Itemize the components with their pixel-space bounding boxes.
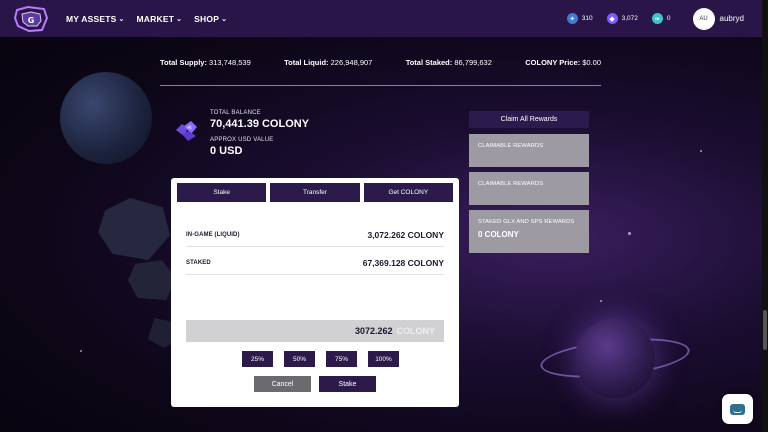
- percent-75-button[interactable]: 75%: [326, 351, 357, 367]
- background-star: [700, 150, 702, 152]
- balance-panel: TOTAL BALANCE 70,441.39 COLONY APPROX US…: [172, 110, 309, 164]
- percent-50-button[interactable]: 50%: [284, 351, 315, 367]
- nav-my-assets[interactable]: MY ASSETS ⌄: [66, 14, 125, 24]
- svg-text:G: G: [28, 16, 35, 25]
- feather-icon: ❧: [651, 13, 663, 24]
- percent-100-button[interactable]: 100%: [368, 351, 399, 367]
- colony-crystal-icon: [176, 121, 197, 141]
- background-star: [600, 300, 602, 302]
- chevron-down-icon: ⌄: [221, 15, 228, 23]
- chevron-down-icon: ⌄: [176, 15, 183, 23]
- percent-buttons: 25% 50% 75% 100%: [242, 351, 399, 367]
- chat-icon: [730, 403, 745, 415]
- stake-button[interactable]: Stake: [319, 376, 376, 392]
- crystal-icon: ◆: [606, 13, 618, 24]
- modal-tabs: Stake Transfer Get COLONY: [177, 183, 453, 202]
- background-planet: [575, 318, 655, 398]
- background-star: [80, 350, 82, 352]
- percent-25-button[interactable]: 25%: [242, 351, 273, 367]
- chevron-down-icon: ⌄: [118, 15, 125, 23]
- background-star: [628, 232, 631, 235]
- avatar[interactable]: AU: [692, 7, 715, 30]
- nav-shop[interactable]: SHOP ⌄: [194, 14, 227, 24]
- usd-value: 0 USD: [210, 145, 243, 157]
- token-totals-bar: Total Supply: 313,748,539 Total Liquid: …: [160, 58, 601, 86]
- nav-market[interactable]: MARKET ⌄: [137, 14, 183, 24]
- chat-widget-button[interactable]: [722, 394, 753, 424]
- resource-stat[interactable]: ❧ 0: [651, 13, 671, 24]
- total-staked: Total Staked: 86,799,632: [405, 58, 492, 67]
- resource-stat[interactable]: ◆ 3,072: [606, 13, 638, 24]
- top-navigation-bar: G MY ASSETS ⌄ MARKET ⌄ SHOP ⌄ ✦ 310 ◆ 3,…: [0, 0, 768, 37]
- claimable-rewards-card[interactable]: CLAIMABLE REWARDS: [469, 134, 589, 167]
- tab-get-colony[interactable]: Get COLONY: [363, 183, 453, 202]
- modal-actions: Cancel Stake: [254, 376, 376, 392]
- amount-input[interactable]: 3072.262 COLONY: [186, 320, 444, 342]
- resource-stat[interactable]: ✦ 310: [566, 13, 593, 24]
- stake-modal: Stake Transfer Get COLONY IN-GAME (LIQUI…: [171, 178, 459, 407]
- username[interactable]: aubryd: [720, 14, 744, 23]
- staked-balance-row: STAKED 67,369.128 COLONY: [186, 258, 444, 275]
- total-liquid: Total Liquid: 226,948,907: [284, 58, 373, 67]
- claim-all-rewards-button[interactable]: Claim All Rewards: [469, 111, 589, 128]
- plus-star-icon: ✦: [566, 13, 578, 24]
- tab-stake[interactable]: Stake: [177, 183, 267, 202]
- staked-rewards-card[interactable]: STAKED GLX AND SPS REWARDS 0 COLONY: [469, 210, 589, 253]
- total-supply: Total Supply: 313,748,539: [160, 58, 251, 67]
- claimable-rewards-card[interactable]: CLAIMABLE REWARDS: [469, 172, 589, 205]
- scrollbar-thumb[interactable]: [763, 310, 767, 350]
- colony-price: COLONY Price: $0.00: [525, 58, 601, 67]
- background-planet: [60, 72, 152, 164]
- background-asteroid: [128, 260, 176, 300]
- total-balance-label: TOTAL BALANCE: [210, 110, 261, 116]
- cancel-button[interactable]: Cancel: [254, 376, 311, 392]
- tab-transfer[interactable]: Transfer: [270, 183, 360, 202]
- page-scrollbar[interactable]: [762, 0, 768, 432]
- game-logo-icon[interactable]: G: [14, 5, 48, 32]
- total-balance-value: 70,441.39 COLONY: [210, 118, 310, 130]
- liquid-balance-row: IN-GAME (LIQUID) 3,072.262 COLONY: [186, 230, 444, 247]
- background-asteroid: [98, 198, 170, 260]
- usd-value-label: APPROX USD VALUE: [210, 137, 274, 143]
